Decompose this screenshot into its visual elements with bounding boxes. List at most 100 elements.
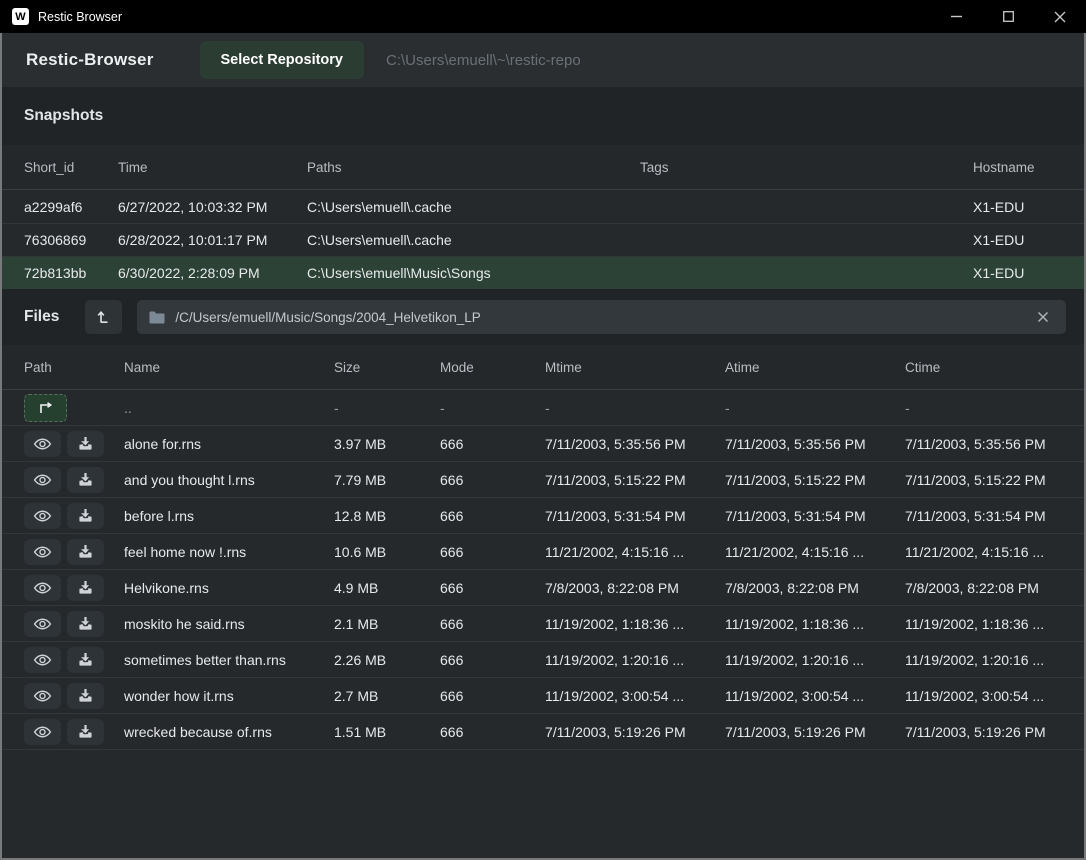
file-mode: 666	[440, 472, 545, 488]
preview-file-button[interactable]	[24, 503, 61, 529]
download-icon	[78, 436, 93, 451]
file-mode: 666	[440, 436, 545, 452]
download-icon	[78, 580, 93, 595]
current-path-bar	[137, 300, 1066, 334]
maximize-icon	[1003, 11, 1014, 22]
app-header: Restic-Browser Select Repository C:\User…	[2, 33, 1084, 87]
snapshot-paths: C:\Users\emuell\.cache	[307, 232, 640, 248]
folder-icon	[149, 311, 165, 324]
file-name: before l.rns	[124, 508, 334, 524]
file-row[interactable]: wrecked because of.rns 1.51 MB 666 7/11/…	[2, 714, 1084, 750]
files-table-body: alone for.rns 3.97 MB 666 7/11/2003, 5:3…	[2, 426, 1084, 750]
restore-file-button[interactable]	[67, 683, 104, 709]
snapshot-row[interactable]: a2299af6 6/27/2022, 10:03:32 PM C:\Users…	[2, 190, 1084, 223]
snapshot-time: 6/27/2022, 10:03:32 PM	[118, 199, 307, 215]
col-time: Time	[118, 160, 307, 175]
restore-file-button[interactable]	[67, 611, 104, 637]
window-controls	[930, 0, 1086, 33]
col-hostname: Hostname	[973, 160, 1070, 175]
file-row[interactable]: Helvikone.rns 4.9 MB 666 7/8/2003, 8:22:…	[2, 570, 1084, 606]
file-row[interactable]: moskito he said.rns 2.1 MB 666 11/19/200…	[2, 606, 1084, 642]
file-atime: 7/11/2003, 5:15:22 PM	[725, 472, 905, 488]
download-icon	[78, 544, 93, 559]
file-row[interactable]: alone for.rns 3.97 MB 666 7/11/2003, 5:3…	[2, 426, 1084, 462]
file-mode: 666	[440, 724, 545, 740]
preview-file-button[interactable]	[24, 683, 61, 709]
col-mode: Mode	[440, 360, 545, 375]
snapshot-paths: C:\Users\emuell\.cache	[307, 199, 640, 215]
file-atime: 7/11/2003, 5:19:26 PM	[725, 724, 905, 740]
restore-file-button[interactable]	[67, 539, 104, 565]
restore-file-button[interactable]	[67, 467, 104, 493]
close-button[interactable]	[1034, 0, 1086, 33]
eye-icon	[33, 689, 52, 703]
file-size: -	[334, 400, 440, 416]
file-row[interactable]: sometimes better than.rns 2.26 MB 666 11…	[2, 642, 1084, 678]
snapshots-table-header: Short_id Time Paths Tags Hostname	[2, 145, 1084, 190]
preview-file-button[interactable]	[24, 719, 61, 745]
file-ctime: 11/19/2002, 3:00:54 ...	[905, 688, 1070, 704]
maximize-button[interactable]	[982, 0, 1034, 33]
minimize-button[interactable]	[930, 0, 982, 33]
file-row[interactable]: wonder how it.rns 2.7 MB 666 11/19/2002,…	[2, 678, 1084, 714]
level-up-button[interactable]	[85, 300, 122, 334]
preview-file-button[interactable]	[24, 611, 61, 637]
file-size: 2.26 MB	[334, 652, 440, 668]
col-name: Name	[124, 360, 334, 375]
snapshot-short-id: 72b813bb	[24, 265, 118, 281]
restore-file-button[interactable]	[67, 719, 104, 745]
snapshot-row-selected[interactable]: 72b813bb 6/30/2022, 2:28:09 PM C:\Users\…	[2, 256, 1084, 289]
file-atime: 11/19/2002, 3:00:54 ...	[725, 688, 905, 704]
select-repository-button[interactable]: Select Repository	[200, 41, 365, 79]
file-atime: -	[725, 400, 905, 416]
empty-area	[2, 750, 1084, 858]
snapshot-paths: C:\Users\emuell\Music\Songs	[307, 265, 640, 281]
preview-file-button[interactable]	[24, 539, 61, 565]
eye-icon	[33, 617, 52, 631]
preview-file-button[interactable]	[24, 431, 61, 457]
file-ctime: 11/21/2002, 4:15:16 ...	[905, 544, 1070, 560]
restore-file-button[interactable]	[67, 575, 104, 601]
window-title: Restic Browser	[38, 10, 122, 24]
download-icon	[78, 652, 93, 667]
preview-file-button[interactable]	[24, 647, 61, 673]
titlebar-left: W Restic Browser	[0, 8, 122, 25]
app-window: W Restic Browser Restic-Browser Select R…	[0, 0, 1086, 860]
file-mtime: 7/11/2003, 5:19:26 PM	[545, 724, 725, 740]
file-atime: 7/11/2003, 5:35:56 PM	[725, 436, 905, 452]
go-up-directory-button[interactable]	[24, 394, 67, 422]
restore-file-button[interactable]	[67, 503, 104, 529]
file-ctime: 7/11/2003, 5:31:54 PM	[905, 508, 1070, 524]
file-atime: 7/11/2003, 5:31:54 PM	[725, 508, 905, 524]
file-row[interactable]: before l.rns 12.8 MB 666 7/11/2003, 5:31…	[2, 498, 1084, 534]
file-mode: -	[440, 400, 545, 416]
file-mode: 666	[440, 616, 545, 632]
file-name: sometimes better than.rns	[124, 652, 334, 668]
file-mtime: 7/11/2003, 5:15:22 PM	[545, 472, 725, 488]
col-ctime: Ctime	[905, 360, 1070, 375]
clear-path-button[interactable]	[1032, 306, 1054, 328]
minimize-icon	[951, 11, 962, 22]
preview-file-button[interactable]	[24, 575, 61, 601]
file-row[interactable]: feel home now !.rns 10.6 MB 666 11/21/20…	[2, 534, 1084, 570]
snapshot-hostname: X1-EDU	[973, 232, 1070, 248]
file-row[interactable]: and you thought l.rns 7.79 MB 666 7/11/2…	[2, 462, 1084, 498]
up-then-right-arrow-icon	[37, 402, 54, 414]
files-table-header: Path Name Size Mode Mtime Atime Ctime	[2, 345, 1084, 390]
parent-directory-row[interactable]: .. - - - - -	[2, 390, 1084, 426]
file-mtime: 11/19/2002, 3:00:54 ...	[545, 688, 725, 704]
path-input[interactable]	[175, 310, 1022, 325]
file-size: 1.51 MB	[334, 724, 440, 740]
col-tags: Tags	[640, 160, 973, 175]
file-atime: 11/19/2002, 1:18:36 ...	[725, 616, 905, 632]
file-size: 3.97 MB	[334, 436, 440, 452]
snapshots-section-header: Snapshots	[2, 87, 1084, 145]
preview-file-button[interactable]	[24, 467, 61, 493]
file-size: 10.6 MB	[334, 544, 440, 560]
restore-file-button[interactable]	[67, 647, 104, 673]
file-mtime: 11/19/2002, 1:20:16 ...	[545, 652, 725, 668]
snapshot-row[interactable]: 76306869 6/28/2022, 10:01:17 PM C:\Users…	[2, 223, 1084, 256]
snapshot-hostname: X1-EDU	[973, 199, 1070, 215]
snapshot-time: 6/30/2022, 2:28:09 PM	[118, 265, 307, 281]
restore-file-button[interactable]	[67, 431, 104, 457]
